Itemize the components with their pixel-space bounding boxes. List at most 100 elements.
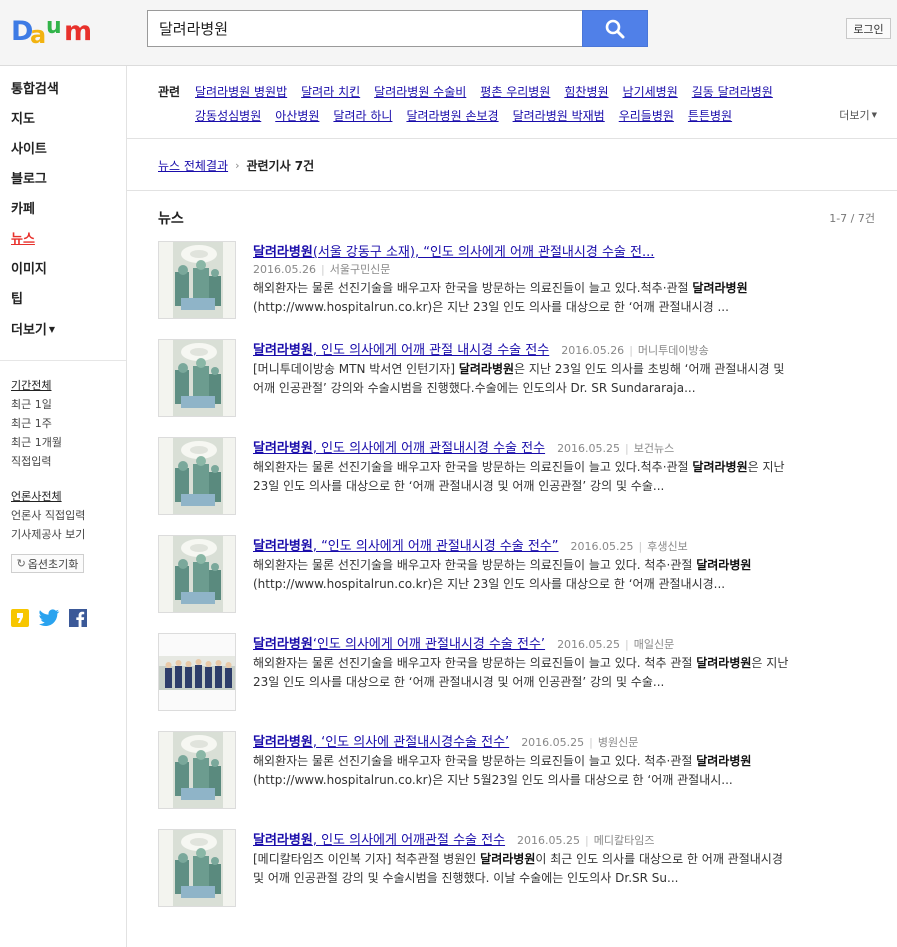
breadcrumb-current: 관련기사 7건 [246,159,315,173]
news-item: 달려라병원(서울 강동구 소재), “인도 의사에게 어깨 관절내시경 수술 전… [158,241,858,319]
breadcrumb-news-all[interactable]: 뉴스 전체결과 [158,157,228,174]
related-links-row-2: 강동성심병원 아산병원 달려라 하니 달려라병원 손보경 달려라병원 박재범 우… [195,107,732,124]
daum-logo[interactable]: D a u m [11,13,93,47]
related-link[interactable]: 남기세병원 [623,83,678,100]
related-more-label: 더보기 [839,109,870,122]
search-input[interactable] [148,11,583,46]
news-source[interactable]: 서울구민신문 [330,263,391,276]
news-summary-line: 해외환자는 물론 선진기술을 배우고자 한국을 방문하는 의료진들이 늘고 있다… [253,654,853,673]
news-title-text: , ‘인도 의사에 관절내시경수술 전수’ [312,735,510,750]
news-summary-line: [메디칼타임즈 이인복 기자] 척추관절 병원인 달려라병원이 최근 인도 의사… [253,850,853,869]
news-title-text: , “인도 의사에게 어깨 관절내시경 수술 전수” [312,539,559,554]
news-title-link[interactable]: 달려라병원, 인도 의사에게 어깨 관절내시경 수술 전수 [253,437,545,456]
news-thumbnail[interactable] [158,535,236,613]
news-date: 2016.05.26 [561,344,625,357]
related-link[interactable]: 달려라병원 손보경 [406,107,498,124]
kakaostory-icon[interactable] [11,609,29,627]
news-item: 달려라병원‘인도 의사에게 어깨 관절내시경 수술 전수’ 2016.05.25 |… [158,633,858,711]
reset-options-button[interactable]: ↻ 옵션초기화 [11,554,84,573]
svg-text:m: m [64,16,92,47]
nav-item-news[interactable]: 뉴스 [11,230,59,260]
press-filter-all[interactable]: 언론사전체 [11,487,85,506]
search-button[interactable] [582,10,648,47]
sidebar-divider [0,360,126,361]
news-thumbnail[interactable] [158,437,236,515]
related-link[interactable]: 달려라 치킨 [301,83,360,100]
press-filter-custom[interactable]: 언론사 직접입력 [11,506,85,525]
news-source[interactable]: 메디칼타임즈 [594,834,655,847]
related-link[interactable]: 달려라병원 수술비 [374,83,466,100]
news-section-title: 뉴스 [158,211,184,227]
news-title-line: 달려라병원, ‘인도 의사에 관절내시경수술 전수’ 2016.05.25 | 병원신… [253,731,638,750]
news-summary-line: [머니투데이방송 MTN 박서연 인턴기자] 달려라병원은 지난 23일 인도 … [253,360,853,379]
period-filter-all[interactable]: 기간전체 [11,376,62,395]
news-title-link[interactable]: 달려라병원‘인도 의사에게 어깨 관절내시경 수술 전수’ [253,633,545,652]
news-thumbnail[interactable] [158,633,236,711]
related-link[interactable]: 길동 달려라병원 [692,83,773,100]
facebook-icon[interactable] [69,609,87,627]
related-link[interactable]: 달려라병원 박재범 [513,107,605,124]
news-item: 달려라병원, ‘인도 의사에 관절내시경수술 전수’ 2016.05.25 | 병원신… [158,731,858,809]
nav-item-tip[interactable]: 팁 [11,290,59,320]
related-link[interactable]: 강동성심병원 [195,107,261,124]
related-link[interactable]: 평촌 우리병원 [480,83,550,100]
press-filter-provider[interactable]: 기사제공사 보기 [11,525,85,544]
news-source[interactable]: 매일신문 [634,638,674,651]
related-link[interactable]: 튼튼병원 [688,107,732,124]
nav-item-cafe[interactable]: 카페 [11,200,59,230]
news-date: 2016.05.25 [557,442,621,455]
news-title-link[interactable]: 달려라병원, 인도 의사에게 어깨관절 수술 전수 [253,829,505,848]
summary-text: 해외환자는 물론 선진기술을 배우고자 한국을 방문하는 의료진들이 늘고 있다… [253,558,697,572]
news-summary: [메디칼타임즈 이인복 기자] 척추관절 병원인 달려라병원이 최근 인도 의사… [253,850,853,888]
news-title-link[interactable]: 달려라병원, “인도 의사에게 어깨 관절내시경 수술 전수” [253,535,559,554]
news-title-keyword: 달려라병원 [253,245,313,260]
twitter-icon[interactable] [38,609,60,627]
news-summary-line: 23일 인도 의사를 대상으로 한 ‘어깨 관절내시경 및 어깨 인공관절’ 강… [253,675,665,689]
news-item: 달려라병원, 인도 의사에게 어깨 관절내시경 수술 전수 2016.05.25 |… [158,437,858,515]
nav-item-map[interactable]: 지도 [11,110,59,140]
news-result-count: 1-7 / 7건 [829,212,875,225]
header-bar: D a u m 로그인 [0,0,897,66]
related-link[interactable]: 달려라병원 병원밥 [195,83,287,100]
period-filter-1month[interactable]: 최근 1개월 [11,433,62,452]
related-link[interactable]: 힘찬병원 [564,83,608,100]
period-filter-custom[interactable]: 직접입력 [11,452,62,471]
nav-item-site[interactable]: 사이트 [11,140,59,170]
news-source[interactable]: 머니투데이방송 [638,344,709,357]
news-thumbnail[interactable] [158,339,236,417]
sidebar: 통합검색 지도 사이트 블로그 카페 뉴스 이미지 팁 더보기 ▼ 기간전체 최근… [0,66,127,947]
meta-divider: | [320,263,325,276]
news-source[interactable]: 후생신보 [647,540,687,553]
news-thumbnail[interactable] [158,829,236,907]
nav-item-image[interactable]: 이미지 [11,260,59,290]
period-filter-1week[interactable]: 최근 1주 [11,414,62,433]
news-title-link[interactable]: 달려라병원, 인도 의사에게 어깨 관절 내시경 수술 전수 [253,339,549,358]
news-source[interactable]: 보건뉴스 [634,442,674,455]
login-button[interactable]: 로그인 [846,18,891,39]
news-thumbnail[interactable] [158,241,236,319]
related-more-button[interactable]: 더보기 ▼ [839,107,877,123]
news-title-text: , 인도 의사에게 어깨 관절내시경 수술 전수 [312,441,546,456]
summary-text: 이 최근 인도 의사를 대상으로 한 어깨 관절내시경 [535,852,783,866]
news-date: 2016.05.25 [557,638,621,651]
nav-item-total[interactable]: 통합검색 [11,80,59,110]
summary-text: 은 지난 [747,460,785,474]
related-link[interactable]: 우리들병원 [619,107,674,124]
period-filter-1day[interactable]: 최근 1일 [11,395,62,414]
news-title-link[interactable]: 달려라병원(서울 강동구 소재), “인도 의사에게 어깨 관절내시경 수술 전… [253,241,654,260]
chevron-right-icon: › [235,159,240,172]
related-link[interactable]: 아산병원 [275,107,319,124]
nav-item-blog[interactable]: 블로그 [11,170,59,200]
news-title-link[interactable]: 달려라병원, ‘인도 의사에 관절내시경수술 전수’ [253,731,509,750]
summary-text: [메디칼타임즈 이인복 기자] 척추관절 병원인 [253,852,481,866]
news-summary-line: 어깨 인공관절’ 강의와 수술시범을 진행했다.수술에는 인도의사 Dr. SR… [253,381,696,395]
search-box [147,10,583,47]
news-title-keyword: 달려라병원 [253,833,313,848]
nav-item-more[interactable]: 더보기 ▼ [11,320,59,350]
related-link[interactable]: 달려라 하니 [333,107,392,124]
news-thumbnail[interactable] [158,731,236,809]
summary-keyword: 달려라병원 [480,852,536,866]
news-source[interactable]: 병원신문 [598,736,638,749]
news-title-keyword: 달려라병원 [253,735,313,750]
news-item: 달려라병원, 인도 의사에게 어깨관절 수술 전수 2016.05.25 | 메디칼타… [158,829,858,907]
